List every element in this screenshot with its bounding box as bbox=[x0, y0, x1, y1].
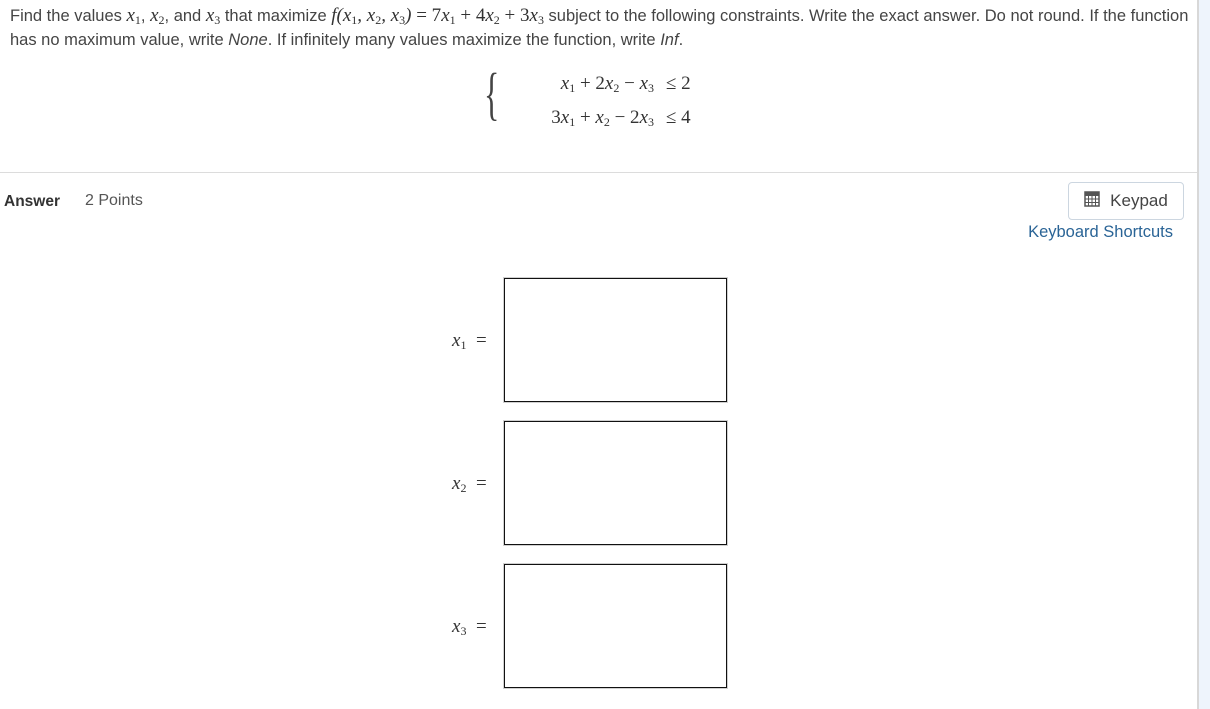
constraint-system: { x1 + 2x2 − x3 ≤ 2 3x1 + x2 − 2x3 ≤ 4 bbox=[484, 64, 704, 132]
section-divider bbox=[0, 172, 1197, 173]
x2-input[interactable] bbox=[503, 420, 728, 546]
constraint-row: x1 + 2x2 − x3 ≤ 2 bbox=[508, 72, 691, 96]
calculator-icon bbox=[1084, 190, 1100, 212]
x3-label: x3 = bbox=[452, 616, 487, 638]
question-text-part: Find the values bbox=[10, 7, 127, 25]
keypad-button[interactable]: Keypad bbox=[1068, 182, 1184, 220]
answer-label: Answer bbox=[4, 193, 60, 210]
keyboard-shortcuts-link[interactable]: Keyboard Shortcuts bbox=[1028, 223, 1173, 242]
constraint-rel: ≤ 4 bbox=[666, 107, 691, 128]
question-text-part: . bbox=[678, 31, 684, 49]
question-text-part: , and bbox=[164, 7, 206, 25]
math-x2: x2 bbox=[150, 5, 165, 27]
x2-label: x2 = bbox=[452, 473, 487, 495]
math-objective-function: f(x1, x2, x3) bbox=[331, 5, 412, 27]
constraint-lhs: 3x1 + x2 − 2x3 bbox=[551, 107, 654, 129]
inf-keyword: Inf bbox=[660, 31, 679, 49]
none-keyword: None bbox=[228, 31, 268, 49]
x3-input[interactable] bbox=[503, 563, 728, 689]
keypad-label: Keypad bbox=[1110, 191, 1168, 210]
math-objective-expression: = 7x1 + 4x2 + 3x3 bbox=[411, 5, 544, 27]
constraint-lhs: x1 + 2x2 − x3 bbox=[560, 73, 654, 95]
x1-label: x1 = bbox=[452, 330, 487, 352]
constraint-row: 3x1 + x2 − 2x3 ≤ 4 bbox=[508, 106, 691, 130]
math-x3: x3 bbox=[205, 5, 221, 27]
question-text-part: , bbox=[140, 7, 151, 25]
question-panel: Find the values x1, x2, and x3 that maxi… bbox=[0, 0, 1199, 709]
question-text: Find the values x1, x2, and x3 that maxi… bbox=[10, 4, 1190, 52]
x1-input[interactable] bbox=[503, 277, 728, 403]
points-label: 2 Points bbox=[85, 192, 143, 209]
question-text-part: . If infinitely many values maximize the… bbox=[267, 31, 661, 49]
question-text-part: that maximize bbox=[220, 7, 332, 25]
constraint-rel: ≤ 2 bbox=[666, 73, 691, 94]
left-brace: { bbox=[484, 61, 500, 126]
math-x1: x1 bbox=[126, 5, 141, 27]
